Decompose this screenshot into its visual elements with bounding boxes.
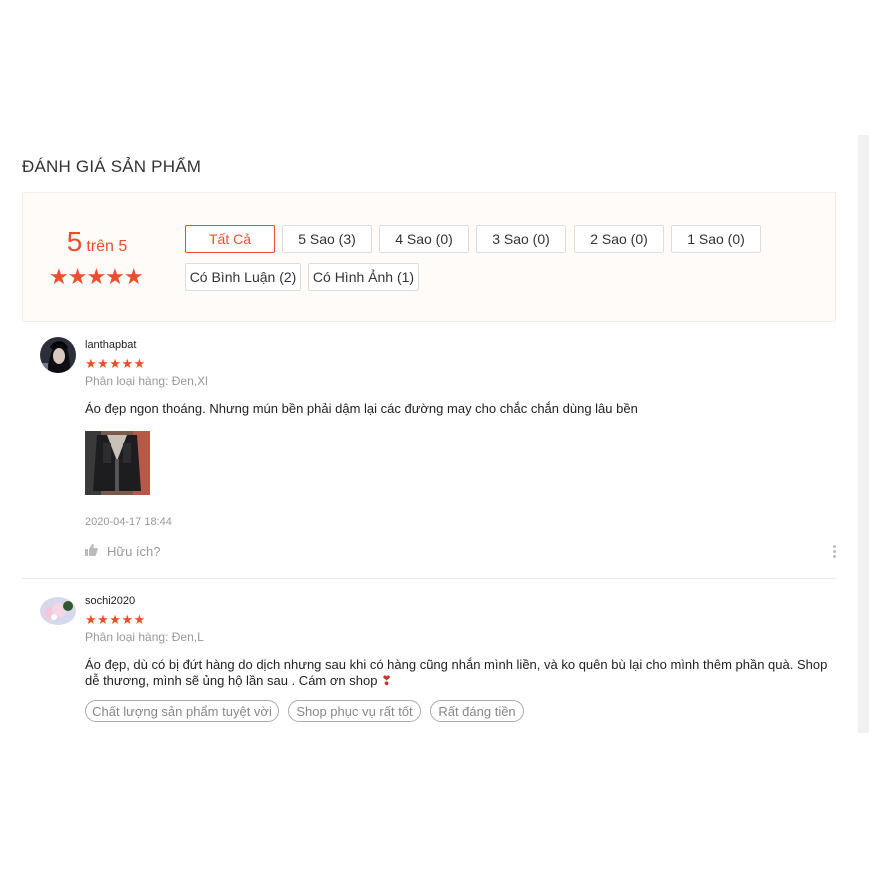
reviewer-username[interactable]: sochi2020 <box>85 595 135 607</box>
review-timestamp: 2020-04-17 18:44 <box>85 516 172 528</box>
avatar[interactable] <box>40 337 76 373</box>
page-scrollbar[interactable] <box>858 135 869 733</box>
review-stars-icon: ★★★★★ <box>85 612 146 627</box>
reviewer-username[interactable]: lanthapbat <box>85 339 136 351</box>
score-suffix: trên 5 <box>86 238 128 255</box>
review-tag: Chất lượng sản phẩm tuyệt vời <box>85 700 279 722</box>
more-options-icon[interactable] <box>833 545 837 560</box>
filter-with-image-button[interactable]: Có Hình Ảnh (1) <box>308 263 419 291</box>
review-stars-icon: ★★★★★ <box>85 356 146 371</box>
filter-all-button[interactable]: Tất Cả <box>185 225 275 253</box>
filter-5-star-button[interactable]: 5 Sao (3) <box>282 225 372 253</box>
review-variant: Phân loại hàng: Đen,Xl <box>85 374 208 388</box>
filter-1-star-button[interactable]: 1 Sao (0) <box>671 225 761 253</box>
avatar[interactable] <box>40 597 76 625</box>
review-comment-text: Áo đẹp, dù có bị đứt hàng do dịch nhưng … <box>85 657 828 688</box>
section-title: ĐÁNH GIÁ SẢN PHẨM <box>22 157 202 176</box>
thumbs-up-icon <box>85 544 99 559</box>
overall-stars-icon: ★★★★★ <box>49 264 144 289</box>
average-score: 5 trên 5 <box>44 226 150 258</box>
review-comment: Áo đẹp ngon thoáng. Nhưng mún bền phải d… <box>85 401 638 416</box>
score-value: 5 <box>66 226 83 257</box>
review-tag: Rất đáng tiền <box>430 700 524 722</box>
review-tag: Shop phục vụ rất tốt <box>288 700 421 722</box>
review-variant: Phân loại hàng: Đen,L <box>85 630 204 644</box>
filter-2-star-button[interactable]: 2 Sao (0) <box>574 225 664 253</box>
review-photo[interactable] <box>85 431 150 495</box>
filter-4-star-button[interactable]: 4 Sao (0) <box>379 225 469 253</box>
helpful-label: Hữu ích? <box>107 544 161 559</box>
helpful-button[interactable]: Hữu ích? <box>85 544 161 559</box>
heart-icon: ❣ <box>381 673 392 688</box>
filter-3-star-button[interactable]: 3 Sao (0) <box>476 225 566 253</box>
filter-with-comment-button[interactable]: Có Bình Luận (2) <box>185 263 301 291</box>
review-divider <box>22 578 836 579</box>
review-comment: Áo đẹp, dù có bị đứt hàng do dịch nhưng … <box>85 657 830 689</box>
